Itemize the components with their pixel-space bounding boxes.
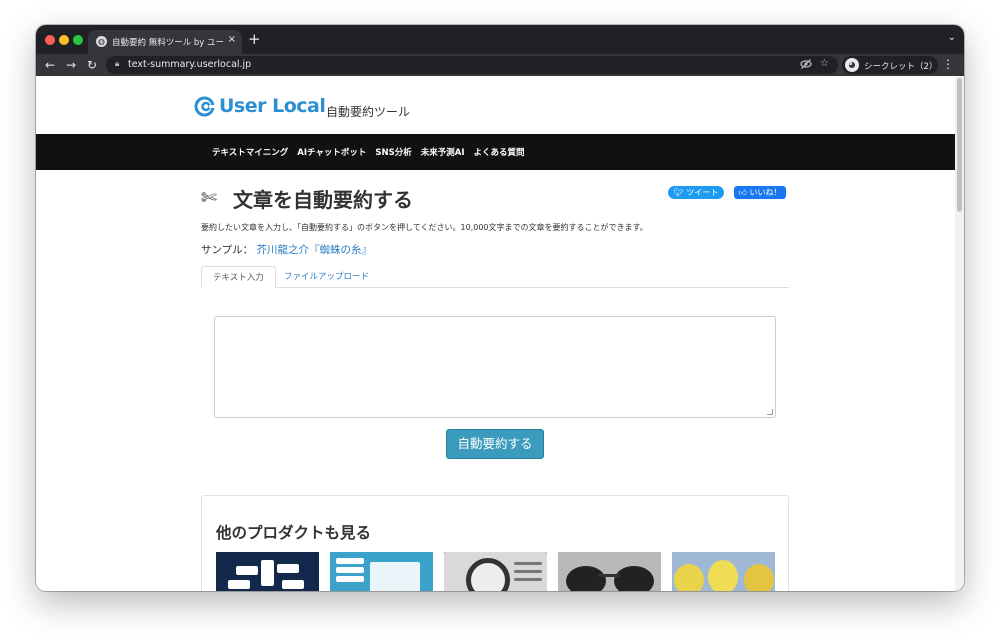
nav-item-text-mining[interactable]: テキストマイニング: [212, 146, 288, 158]
tweet-label: ツイート: [686, 188, 719, 197]
close-window-button[interactable]: [45, 35, 55, 45]
tab-bar: ◍ 自動要約 無料ツール by ユーザーロ × + ⌄: [36, 25, 964, 54]
product-thumb-glasses[interactable]: [558, 552, 661, 591]
logo-text[interactable]: User Local: [219, 95, 326, 117]
like-button[interactable]: 👍︎ いいね！: [734, 186, 786, 199]
star-icon[interactable]: ☆: [820, 58, 829, 69]
scissors-icon: ✄: [201, 187, 217, 209]
eye-off-icon[interactable]: [800, 58, 812, 73]
tab-title: 自動要約 無料ツール by ユーザーロ: [112, 38, 224, 48]
nav-item-sns[interactable]: SNS分析: [375, 146, 411, 158]
sample-row: サンプル： 芥川龍之介『蜘蛛の糸』: [201, 242, 372, 257]
fullscreen-window-button[interactable]: [73, 35, 83, 45]
sample-link[interactable]: 芥川龍之介『蜘蛛の糸』: [257, 244, 373, 256]
browser-window: ◍ 自動要約 無料ツール by ユーザーロ × + ⌄ ← → ↻ 🔒︎ tex…: [36, 25, 964, 591]
profile-button[interactable]: ◕ シークレット（2）: [842, 56, 938, 74]
product-thumb-emotion[interactable]: [672, 552, 775, 591]
products-section: 他のプロダクトも見る: [201, 495, 789, 591]
scrollbar-thumb[interactable]: [957, 78, 962, 212]
summarize-button[interactable]: 自動要約する: [446, 429, 544, 459]
sample-label: サンプル：: [201, 244, 254, 256]
logo-icon: [194, 96, 215, 117]
back-icon[interactable]: ←: [45, 57, 55, 73]
main-content: ✄ 文章を自動要約する 🐦︎ ツイート 👍︎ いいね！ 要約したい文章を入力し、…: [201, 170, 791, 591]
page-title: 文章を自動要約する: [233, 188, 413, 212]
products-title: 他のプロダクトも見る: [216, 524, 372, 542]
address-bar[interactable]: 🔒︎ text-summary.userlocal.jp ☆: [106, 56, 838, 74]
logo-subtitle: 自動要約ツール: [326, 105, 411, 119]
input-tabs: テキスト入力 ファイルアップロード: [201, 266, 789, 288]
page-viewport: User Local 自動要約ツール テキストマイニング AIチャットボット S…: [36, 76, 964, 591]
lock-icon: 🔒︎: [115, 59, 120, 68]
url-text[interactable]: text-summary.userlocal.jp: [128, 59, 251, 70]
profile-label: シークレット（2）: [864, 62, 938, 72]
incognito-icon: ◕: [845, 58, 859, 72]
globe-icon: ◍: [96, 36, 107, 47]
resize-handle[interactable]: [767, 409, 773, 415]
product-thumb-ai-chatbot[interactable]: [216, 552, 319, 591]
menu-icon[interactable]: ⋮: [942, 57, 954, 71]
tweet-button[interactable]: 🐦︎ ツイート: [668, 186, 724, 199]
reload-icon[interactable]: ↻: [87, 57, 97, 73]
product-thumb-text-mining[interactable]: [444, 552, 547, 591]
tab-file-upload[interactable]: ファイルアップロード: [273, 266, 380, 288]
site-header: User Local 自動要約ツール: [36, 76, 955, 134]
chevron-down-icon[interactable]: ⌄: [948, 32, 956, 43]
close-tab-icon[interactable]: ×: [228, 34, 236, 45]
tab-text-input[interactable]: テキスト入力: [201, 266, 276, 288]
minimize-window-button[interactable]: [59, 35, 69, 45]
browser-tab[interactable]: ◍ 自動要約 無料ツール by ユーザーロ ×: [88, 30, 242, 54]
forward-icon[interactable]: →: [66, 57, 76, 73]
nav-item-forecast-ai[interactable]: 未来予測AI: [421, 146, 465, 158]
scrollbar[interactable]: [955, 76, 964, 591]
like-label: いいね！: [749, 188, 782, 197]
nav-item-faq[interactable]: よくある質問: [474, 146, 525, 158]
browser-toolbar: ← → ↻ 🔒︎ text-summary.userlocal.jp ☆ ◕ シ…: [36, 54, 964, 76]
text-input-area[interactable]: [214, 316, 776, 418]
new-tab-button[interactable]: +: [248, 30, 261, 48]
product-thumb-dashboard[interactable]: [330, 552, 433, 591]
nav-item-ai-chatbot[interactable]: AIチャットボット: [297, 146, 366, 158]
description: 要約したい文章を入力し、「自動要約する」のボタンを押してください。10,000文…: [201, 223, 648, 232]
site-nav: テキストマイニング AIチャットボット SNS分析 未来予測AI よくある質問: [36, 134, 955, 170]
